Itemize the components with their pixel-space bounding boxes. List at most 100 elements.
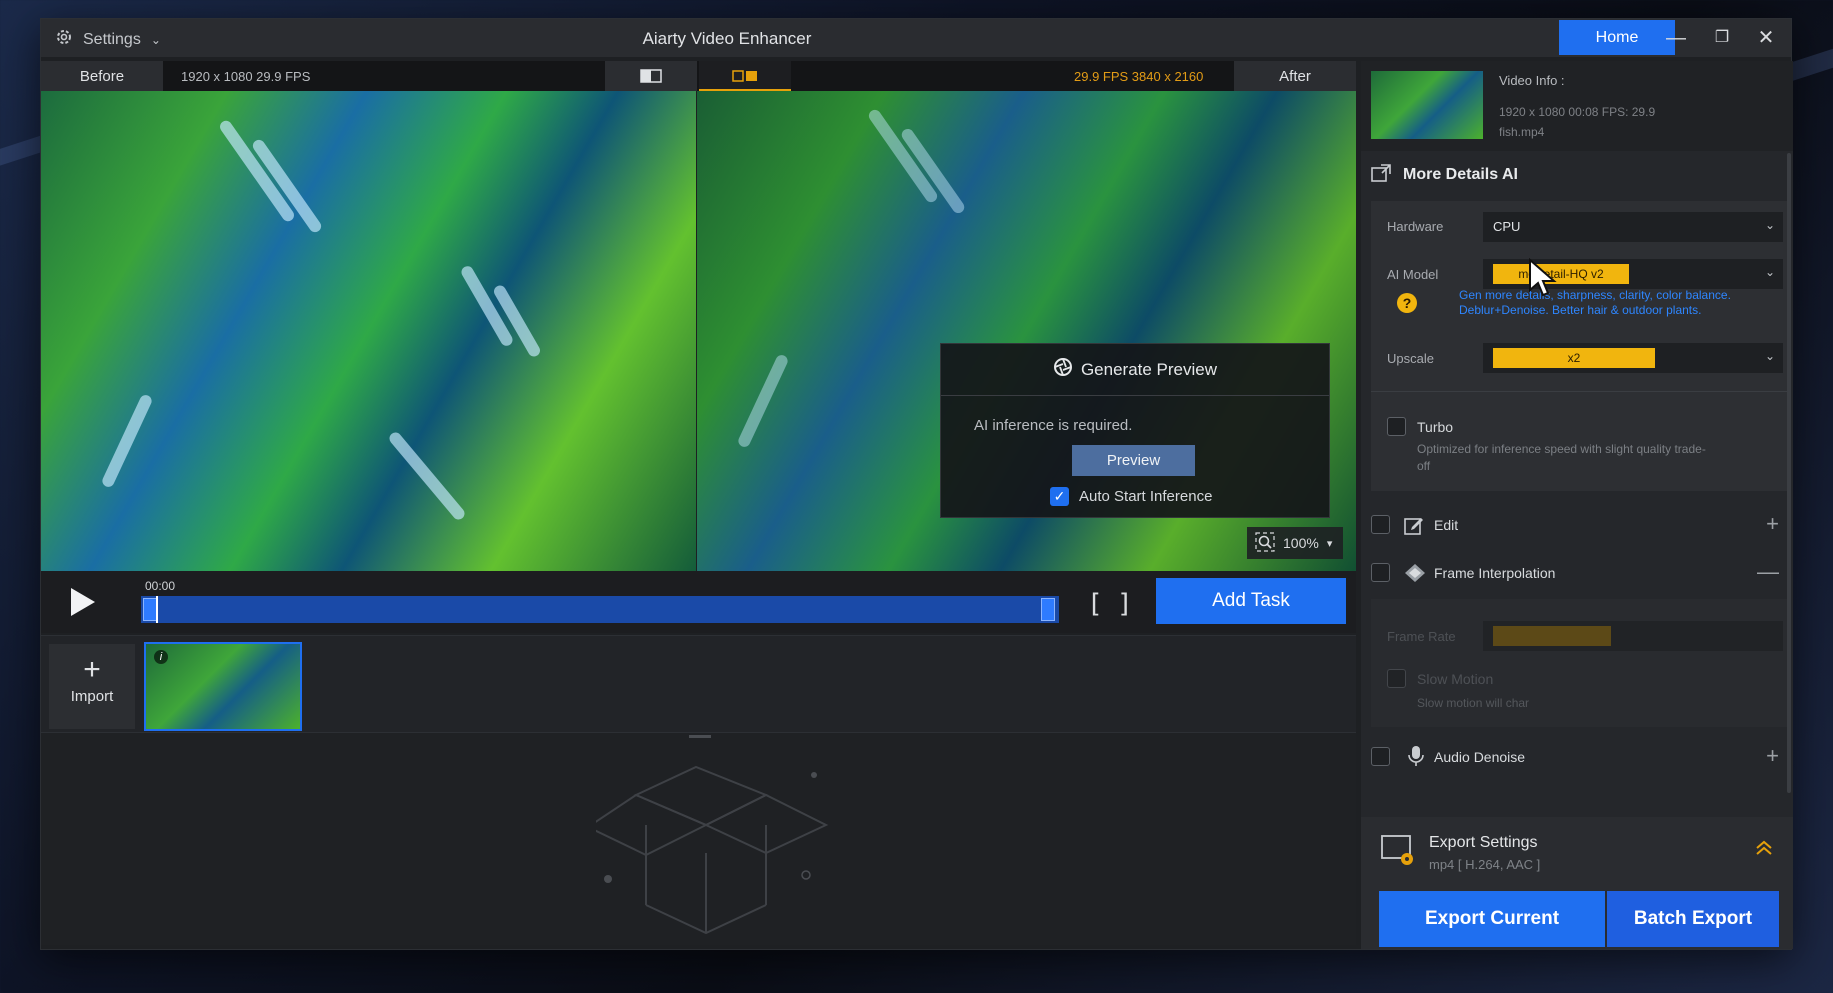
compare-header: Before 1920 x 1080 29.9 FPS 29.9 FPS 384… <box>41 61 1356 91</box>
single-view-button[interactable] <box>605 61 697 91</box>
auto-start-checkbox[interactable]: ✓ <box>1050 487 1069 506</box>
upscale-select[interactable]: x2 ⌄ <box>1483 343 1783 373</box>
edit-checkbox[interactable] <box>1371 515 1390 534</box>
hardware-select[interactable]: CPU ⌄ <box>1483 212 1783 242</box>
audio-denoise-row[interactable]: Audio Denoise + <box>1361 737 1793 777</box>
empty-box-icon <box>596 765 829 935</box>
expand-icon <box>1371 163 1391 187</box>
timeline-track[interactable] <box>141 596 1059 623</box>
home-button[interactable]: Home <box>1559 20 1675 55</box>
frame-texture <box>736 353 790 449</box>
plus-icon[interactable]: + <box>1766 511 1779 537</box>
settings-panel: Video Info : 1920 x 1080 00:08 FPS: 29.9… <box>1361 61 1793 949</box>
export-area: Export Settings mp4 [ H.264, AAC ] Expor… <box>1361 817 1793 949</box>
minimize-icon[interactable]: — <box>1661 25 1691 51</box>
set-in-point-button[interactable]: [ <box>1087 589 1103 619</box>
frame-rate-select <box>1483 621 1783 651</box>
microphone-icon <box>1406 745 1426 772</box>
mouse-cursor-icon <box>1529 258 1557 297</box>
slow-motion-description: Slow motion will char <box>1417 696 1530 710</box>
chevron-down-icon: ⌄ <box>1764 265 1775 279</box>
ai-settings-box: Hardware CPU ⌄ AI Model moDetail-HQ v2 ⌄… <box>1371 201 1787 491</box>
app-window: Settings ⌄ Aiarty Video Enhancer Home — … <box>40 18 1793 950</box>
before-label: Before <box>41 61 163 91</box>
double-chevron-up-icon[interactable] <box>1755 839 1773 862</box>
zoom-icon <box>1255 531 1275 555</box>
chevron-down-icon: ▾ <box>1326 537 1333 550</box>
audio-denoise-label: Audio Denoise <box>1434 749 1526 765</box>
video-info-title: Video Info : <box>1499 73 1565 88</box>
before-frame <box>41 91 696 571</box>
task-drop-zone[interactable] <box>41 733 1356 945</box>
help-icon[interactable]: ? <box>1397 293 1417 313</box>
video-thumbnail[interactable]: i <box>144 642 302 731</box>
ai-model-value: moDetail-HQ v2 <box>1493 264 1629 284</box>
hardware-label: Hardware <box>1387 219 1444 234</box>
dialog-header: Generate Preview <box>941 344 1329 396</box>
batch-export-button[interactable]: Batch Export <box>1607 891 1779 947</box>
section-title: More Details AI <box>1403 166 1518 183</box>
timeline-end-handle[interactable] <box>1041 598 1055 621</box>
app-title: Aiarty Video Enhancer <box>642 29 812 48</box>
export-settings-icon[interactable] <box>1381 835 1415 872</box>
frame-rate-value <box>1493 626 1611 646</box>
export-format: mp4 [ H.264, AAC ] <box>1429 857 1541 872</box>
playhead[interactable] <box>156 596 158 623</box>
after-video-info: 29.9 FPS 3840 x 2160 <box>1074 69 1204 84</box>
video-info-filename: fish.mp4 <box>1499 125 1545 139</box>
upscale-label: Upscale <box>1387 351 1434 366</box>
edit-icon <box>1404 515 1424 540</box>
after-label: After <box>1234 61 1356 91</box>
title-bar: Settings ⌄ Aiarty Video Enhancer Home — … <box>41 19 1791 57</box>
resize-grip[interactable] <box>689 735 711 738</box>
export-settings-title[interactable]: Export Settings <box>1429 834 1538 852</box>
edit-label: Edit <box>1434 517 1459 533</box>
zoom-control[interactable]: 100% ▾ <box>1247 527 1343 559</box>
panel-scrollbar[interactable] <box>1787 153 1791 793</box>
frame-rate-label: Frame Rate <box>1387 629 1456 644</box>
turbo-description: Optimized for inference speed with sligh… <box>1417 442 1706 473</box>
aperture-icon <box>1053 357 1073 382</box>
timeline-start-handle[interactable] <box>143 598 157 621</box>
import-button[interactable]: + Import <box>49 644 135 729</box>
restore-icon[interactable]: ❐ <box>1707 25 1737 51</box>
import-label: Import <box>70 688 114 705</box>
play-icon <box>71 588 95 616</box>
chevron-down-icon: ⌄ <box>1764 349 1775 363</box>
generate-preview-dialog: Generate Preview AI inference is require… <box>940 343 1330 518</box>
turbo-label: Turbo <box>1417 419 1454 435</box>
auto-start-label: Auto Start Inference <box>1079 488 1213 505</box>
zoom-value: 100% <box>1283 535 1319 551</box>
hardware-value: CPU <box>1493 219 1521 234</box>
frame-interpolation-checkbox[interactable] <box>1371 563 1390 582</box>
diamond-icon <box>1404 563 1426 588</box>
inference-message: AI inference is required. <box>974 417 1133 434</box>
frame-interpolation-row[interactable]: Frame Interpolation — <box>1361 553 1793 593</box>
audio-denoise-checkbox[interactable] <box>1371 747 1390 766</box>
video-preview[interactable]: Generate Preview AI inference is require… <box>41 91 1356 571</box>
frame-interpolation-label: Frame Interpolation <box>1434 565 1556 581</box>
edit-row[interactable]: Edit + <box>1361 505 1793 545</box>
slow-motion-checkbox <box>1387 669 1406 688</box>
info-icon[interactable]: i <box>154 650 168 664</box>
playback-bar: 00:00 [ ] Add Task <box>41 571 1356 633</box>
turbo-checkbox[interactable] <box>1387 417 1406 436</box>
close-icon[interactable]: ✕ <box>1751 25 1781 51</box>
export-current-button[interactable]: Export Current <box>1379 891 1605 947</box>
before-video-info: 1920 x 1080 29.9 FPS <box>181 69 311 84</box>
frame-texture <box>387 430 467 522</box>
minus-icon[interactable]: — <box>1757 559 1779 585</box>
auto-start-option[interactable]: ✓ Auto Start Inference <box>1050 487 1212 506</box>
split-view-button[interactable] <box>699 61 791 91</box>
single-view-icon <box>640 69 662 83</box>
plus-icon[interactable]: + <box>1766 743 1779 769</box>
play-button[interactable] <box>65 584 99 620</box>
set-out-point-button[interactable]: ] <box>1117 589 1133 619</box>
add-task-button[interactable]: Add Task <box>1156 578 1346 624</box>
slow-motion-label: Slow Motion <box>1417 671 1494 687</box>
frame-interpolation-box: Frame Rate Slow Motion Slow motion will … <box>1371 599 1787 727</box>
more-details-ai-section[interactable]: More Details AI <box>1361 157 1793 193</box>
split-view-icon <box>732 70 757 82</box>
frame-texture <box>100 393 154 489</box>
preview-button[interactable]: Preview <box>1072 445 1195 476</box>
